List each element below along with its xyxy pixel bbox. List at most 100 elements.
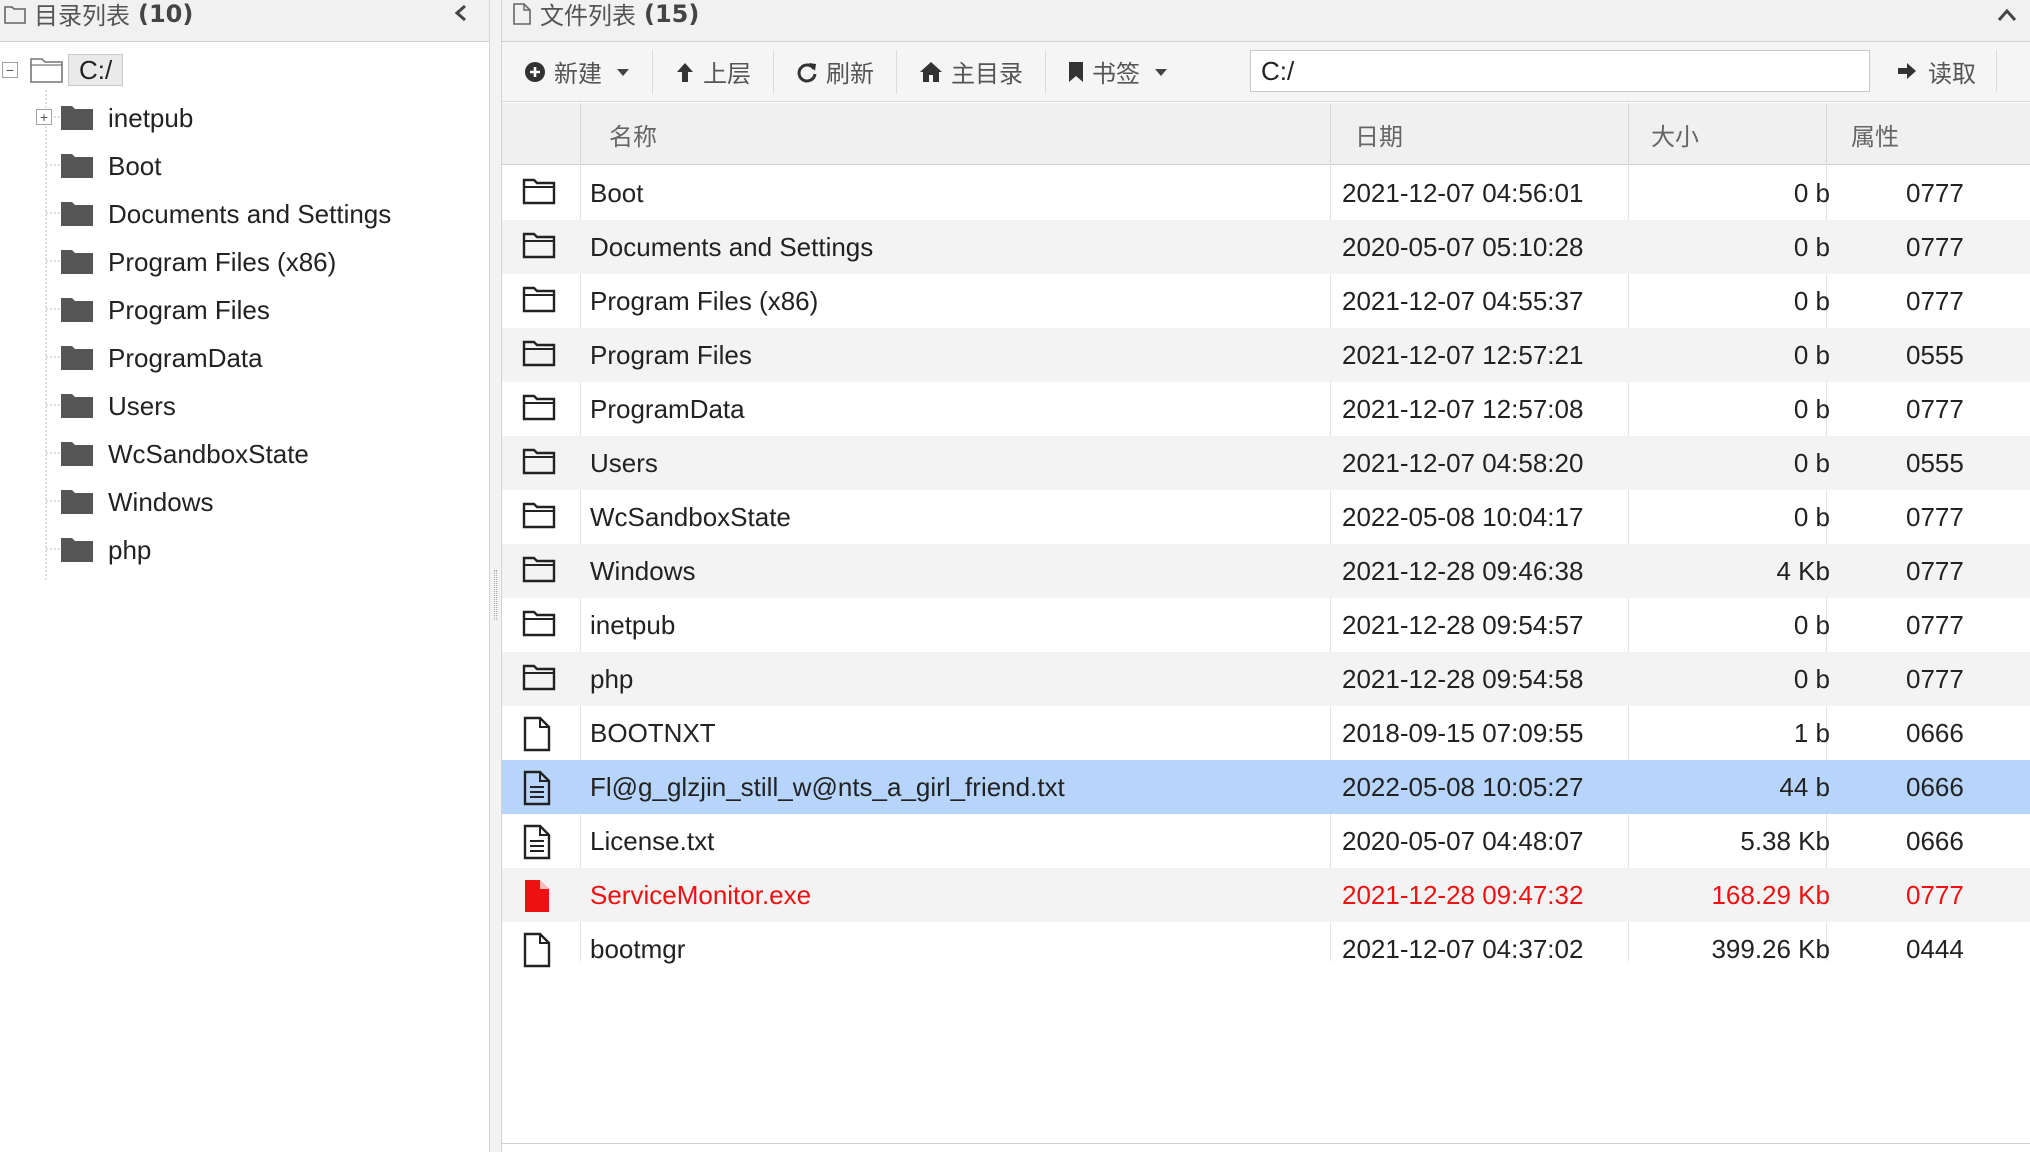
file-type-icon (522, 554, 556, 590)
file-name: php (590, 663, 634, 694)
file-row[interactable]: Windows 2021-12-28 09:46:38 4 Kb 0777 (502, 544, 2030, 598)
folder-icon (61, 442, 93, 466)
tree-item-php[interactable]: php (60, 530, 151, 570)
tree-item-label: Boot (108, 150, 162, 181)
up-level-button[interactable]: 上层 (653, 49, 774, 94)
directory-panel: 目录列表 (10) − C:/ + inetpub Boot Documents… (0, 0, 490, 1152)
collapse-file-list-button[interactable] (1994, 0, 2020, 30)
refresh-button[interactable]: 刷新 (774, 49, 897, 94)
file-row[interactable]: WcSandboxState 2022-05-08 10:04:17 0 b 0777 (502, 490, 2030, 544)
folder-outline-icon (522, 178, 556, 205)
splitter-grip[interactable] (494, 570, 497, 620)
read-label: 读取 (1928, 60, 1976, 88)
bookmark-button[interactable]: 书签 (1046, 50, 1190, 94)
refresh-label: 刷新 (826, 61, 874, 88)
file-type-icon (522, 284, 556, 320)
file-row[interactable]: Program Files (x86) 2021-12-07 04:55:37 0 … (502, 274, 2030, 328)
tree-item-label: php (108, 534, 152, 565)
home-button[interactable]: 主目录 (897, 49, 1046, 94)
home-icon (920, 61, 942, 82)
file-date: 2021-12-28 09:46:38 (1342, 555, 1584, 586)
file-name: License.txt (590, 825, 715, 856)
file-size: 0 b (1793, 609, 1830, 640)
file-type-icon (522, 932, 556, 968)
file-type-icon (522, 662, 556, 698)
file-list-header: 文件列表 (15) (502, 0, 2030, 42)
file-size: 0 b (1793, 177, 1830, 208)
read-button[interactable]: 读取 (1882, 50, 1997, 92)
directory-panel-title: 目录列表 (34, 2, 130, 30)
file-type-icon (522, 392, 556, 428)
file-row[interactable]: Documents and Settings 2020-05-07 05:10:2… (502, 220, 2030, 274)
file-permission: 0777 (1906, 609, 1964, 640)
tree-item-program-files-x86[interactable]: Program Files (x86) (60, 242, 336, 282)
folder-outline-icon (522, 286, 556, 313)
file-type-icon (522, 230, 556, 266)
tree-item-program-files[interactable]: Program Files (60, 290, 270, 330)
tree-item-inetpub[interactable]: + inetpub (36, 98, 194, 138)
column-header-date[interactable]: 日期 (1330, 103, 1628, 165)
tree-item-users[interactable]: Users (60, 386, 176, 426)
file-name: Fl@g_glzjin_still_w@nts_a_girl_friend.tx… (590, 771, 1065, 802)
folder-outline-icon (522, 340, 556, 367)
folder-icon (61, 346, 93, 370)
file-size: 0 b (1793, 501, 1830, 532)
file-row[interactable]: php 2021-12-28 09:54:58 0 b 0777 (502, 652, 2030, 706)
file-outline-icon (513, 2, 531, 25)
column-header-perm[interactable]: 属性 (1826, 103, 2030, 165)
home-label: 主目录 (951, 61, 1023, 88)
column-header-size[interactable]: 大小 (1628, 103, 1826, 165)
path-input[interactable] (1250, 50, 1870, 92)
file-outline-icon (523, 932, 551, 968)
file-date: 2021-12-07 04:37:02 (1342, 933, 1584, 964)
refresh-icon (797, 62, 817, 82)
file-permission: 0777 (1906, 177, 1964, 208)
file-type-icon (522, 824, 556, 860)
file-row[interactable]: License.txt 2020-05-07 04:48:07 5.38 Kb 066… (502, 814, 2030, 868)
tree-item-boot[interactable]: Boot (60, 146, 162, 186)
tree-item-label: inetpub (108, 102, 194, 133)
file-name: Program Files (x86) (590, 285, 819, 316)
file-date: 2020-05-07 04:48:07 (1342, 825, 1584, 856)
new-button[interactable]: 新建 (502, 49, 653, 94)
file-row[interactable]: Boot 2021-12-07 04:56:01 0 b 0777 (502, 166, 2030, 220)
text-file-icon (523, 770, 551, 806)
tree-root-label[interactable]: C:/ (68, 54, 124, 86)
tree-item-label: ProgramData (108, 342, 263, 373)
file-row[interactable]: inetpub 2021-12-28 09:54:57 0 b 0777 (502, 598, 2030, 652)
folder-icon (61, 298, 93, 322)
tree-item-documents-and-settings[interactable]: Documents and Settings (60, 194, 391, 234)
file-row[interactable]: Program Files 2021-12-07 12:57:21 0 b 0555 (502, 328, 2030, 382)
collapse-panel-button[interactable] (449, 0, 473, 26)
file-size: 0 b (1793, 231, 1830, 262)
tree-item-wcsandboxstate[interactable]: WcSandboxState (60, 434, 309, 474)
file-row[interactable]: ProgramData 2021-12-07 12:57:08 0 b 0777 (502, 382, 2030, 436)
file-name: bootmgr (590, 933, 686, 964)
executable-file-icon (525, 880, 549, 912)
tree-item-programdata[interactable]: ProgramData (60, 338, 263, 378)
file-row[interactable]: Fl@g_glzjin_still_w@nts_a_girl_friend.tx… (502, 760, 2030, 814)
folder-icon (61, 106, 93, 130)
file-row[interactable]: ServiceMonitor.exe 2021-12-28 09:47:32 168… (502, 868, 2030, 922)
folder-outline-icon (522, 448, 556, 475)
file-date: 2021-12-28 09:54:58 (1342, 663, 1584, 694)
file-name: WcSandboxState (590, 501, 791, 532)
folder-outline-icon (522, 556, 556, 583)
file-list-title: 文件列表 (540, 2, 636, 30)
tree-item-windows[interactable]: Windows (60, 482, 213, 522)
file-type-icon (522, 176, 556, 212)
file-row[interactable]: Users 2021-12-07 04:58:20 0 b 0555 (502, 436, 2030, 490)
file-row[interactable]: bootmgr 2021-12-07 04:37:02 399.26 Kb 0444 (502, 922, 2030, 976)
tree-item-label: Documents and Settings (108, 198, 392, 229)
expand-toggle[interactable]: + (36, 109, 52, 125)
tree-item-label: Program Files (x86) (108, 246, 337, 277)
file-date: 2021-12-07 12:57:08 (1342, 393, 1584, 424)
column-header-name[interactable]: 名称 (580, 103, 1330, 165)
file-date: 2020-05-07 05:10:28 (1342, 231, 1584, 262)
folder-icon (61, 154, 93, 178)
file-size: 168.29 Kb (1711, 879, 1830, 910)
file-row[interactable]: BOOTNXT 2018-09-15 07:09:55 1 b 0666 (502, 706, 2030, 760)
collapse-toggle[interactable]: − (2, 62, 18, 78)
file-name: ServiceMonitor.exe (590, 879, 812, 910)
panel-splitter[interactable] (490, 0, 502, 1152)
